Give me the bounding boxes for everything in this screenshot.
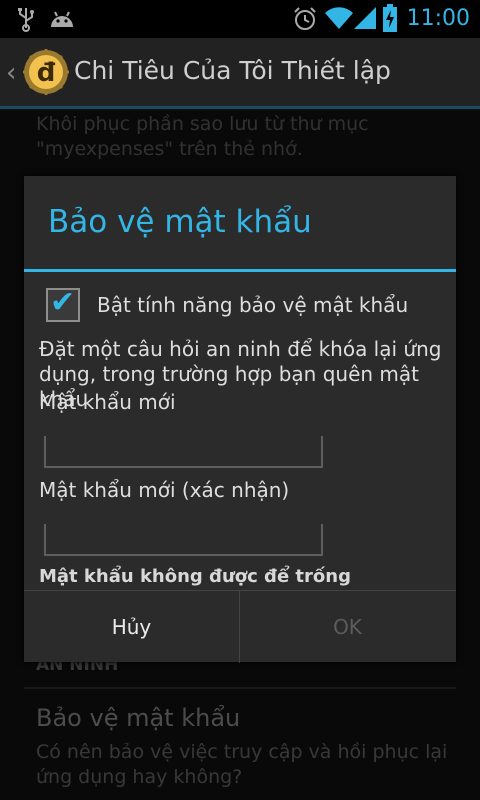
- battery-charging-icon: [382, 4, 398, 36]
- wifi-icon: [324, 5, 354, 35]
- clock: 11:00: [406, 6, 470, 31]
- dialog-button-bar: Hủy OK: [24, 590, 456, 663]
- error-message: Mật khẩu không được để trống: [39, 566, 351, 587]
- confirm-password-input[interactable]: [52, 524, 319, 552]
- page-title: Chi Tiêu Của Tôi Thiết lập: [74, 56, 391, 85]
- new-password-field[interactable]: [44, 436, 323, 468]
- enable-protection-checkbox[interactable]: ✔: [46, 285, 80, 322]
- cancel-button[interactable]: Hủy: [24, 591, 240, 663]
- usb-icon: [16, 6, 36, 36]
- up-caret-icon[interactable]: ‹: [6, 58, 16, 88]
- dialog-title: Bảo vệ mật khẩu: [48, 204, 312, 240]
- app-logo[interactable]: đ: [22, 48, 70, 96]
- ok-button[interactable]: OK: [240, 591, 455, 663]
- enable-protection-label[interactable]: Bật tính năng bảo vệ mật khẩu: [97, 293, 408, 317]
- password-dialog: Bảo vệ mật khẩu ✔ Bật tính năng bảo vệ m…: [24, 176, 456, 663]
- signal-icon: [352, 5, 378, 35]
- confirm-password-label: Mật khẩu mới (xác nhận): [39, 478, 290, 502]
- new-password-label: Mật khẩu mới: [39, 390, 176, 414]
- dialog-title-divider: [24, 269, 456, 272]
- status-bar: 11:00: [0, 0, 480, 38]
- new-password-input[interactable]: [52, 436, 319, 464]
- action-bar: ‹ đ Chi Tiêu Của Tôi Thiết lập: [0, 38, 480, 109]
- android-debug-icon: [48, 9, 76, 33]
- checkmark-icon: ✔: [50, 285, 76, 320]
- alarm-icon: [292, 6, 318, 36]
- logo-letter: đ: [37, 58, 56, 88]
- confirm-password-field[interactable]: [44, 524, 323, 556]
